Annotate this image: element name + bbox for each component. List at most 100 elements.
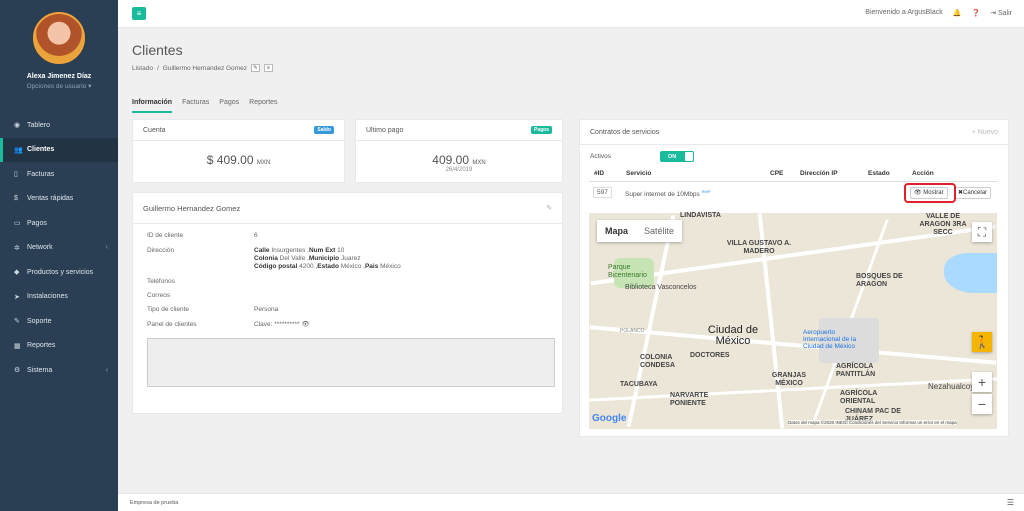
notes-textarea[interactable] [147,338,555,387]
map-label: Nezahualcoy [928,382,975,391]
breadcrumb-root[interactable]: Listado [132,65,153,72]
map-label: LINDAVISTA [680,212,721,219]
contratos-title: Contratos de servicios [590,128,660,136]
map-label: TACUBAYA [620,381,658,388]
sidebar-item-soporte[interactable]: ✎ Soporte [0,309,118,334]
sidebar-item-sistema[interactable]: ⚙ Sistema ‹ [0,358,118,383]
dashboard-icon: ◉ [14,122,21,130]
col-servicio: Servicio [626,170,652,177]
edit-icon[interactable]: ✎ [250,64,260,72]
tab-mapa[interactable]: Mapa [597,220,636,242]
page-title: Clientes [132,42,183,58]
tab-informacion[interactable]: Información [132,99,173,113]
bell-icon[interactable]: 🔔 [953,9,962,17]
breadcrumb: Listado / Guillermo Hernandez Gomez ✎ ≡ [132,64,273,72]
tab-reportes[interactable]: Reportes [249,99,277,113]
sidebar-item-network[interactable]: ✲ Network ‹ [0,236,118,261]
help-icon[interactable]: ❓ [971,9,980,17]
map-label: POLANCO [620,328,645,334]
contract-id[interactable]: 597 [593,187,612,198]
map-label: NARVARTE PONIENTE [670,392,709,407]
client-name: Guillermo Hernandez Gomez [143,203,241,213]
ultimo-pago-amount: 409.00 MXN [432,153,486,167]
sidebar-item-instalaciones[interactable]: ➤ Instalaciones [0,285,118,310]
user-profile: Alexa Jimenez Díaz Opciones de usuario ▾ [0,0,118,110]
map-label: AGRÍCOLA PANTITLÁN [836,363,876,378]
tab-facturas[interactable]: Facturas [182,99,209,113]
correos-label: Correos [147,292,171,299]
sidebar-nav: ◉ Tablero 👥 Clientes ▯ Facturas $ Ventas ráp… [0,113,118,383]
map-label: Aeropuerto Internacional de la Ciudad de… [803,329,857,350]
map-label: Biblioteca Vasconcelos [625,284,697,291]
top-right-nav: Bienvenido a ArgusBlack 🔔 ❓ ⇥ Salir [865,9,1012,17]
cuenta-title: Cuenta [143,126,166,134]
map-label: VILLA GUSTAVO A. MADERO [726,240,792,255]
ultimo-pago-panel: Ultimo pago Pagos 409.00 MXN 26/4/2019 [355,119,563,183]
chevron-left-icon: ‹ [105,366,108,374]
tab-pagos[interactable]: Pagos [219,99,239,113]
tipo-cliente: Persona [254,306,279,313]
location-icon: ➤ [14,293,20,301]
sidebar-item-facturas[interactable]: ▯ Facturas [0,162,118,187]
map-label: BOSQUES DE ARAGON [856,273,903,288]
sidebar-item-clientes[interactable]: 👥 Clientes [0,137,118,162]
col-cpe: CPE [770,170,784,177]
saldo-badge: Saldo [314,126,334,134]
map-attribution[interactable]: Datos del mapa ©2020 INEGI Condiciones d… [788,420,957,425]
network-icon: ✲ [14,244,20,252]
user-options-dropdown[interactable]: Opciones de usuario ▾ [0,82,118,90]
map-label: COLONIA CONDESA [640,354,676,369]
direccion-label: Dirección [147,247,175,254]
menu-icon[interactable]: ≡ [263,64,273,72]
eye-icon[interactable]: 👁 [301,321,309,328]
cuenta-amount: $ 409.00 MXN [206,153,271,167]
map-label: DOCTORES [690,352,730,359]
user-name: Alexa Jimenez Díaz [26,73,92,80]
dollar-icon: $ [14,195,18,203]
footer: Empresa de prueba ☰ [118,493,1024,511]
map-type-tabs: Mapa Satélite [597,220,683,242]
pagos-badge: Pagos [530,126,552,134]
sidebar-item-tablero[interactable]: ◉ Tablero [0,113,118,138]
map-label: Ciudad de México [707,324,759,347]
cuenta-panel: Cuenta Saldo $ 409.00 MXN [132,119,345,183]
sidebar-item-productos[interactable]: ◆ Productos y servicios [0,260,118,285]
cancelar-button[interactable]: ✖Cancelar [954,187,992,199]
sidebar-item-reportes[interactable]: ▦ Reportes [0,334,118,359]
file-icon: ▯ [14,171,18,179]
welcome-text: Bienvenido a ArgusBlack [865,9,943,16]
zoom-out-button[interactable]: − [972,394,992,414]
sidebar-item-pagos[interactable]: ▭ Pagos [0,211,118,236]
col-accion: Acción [912,170,934,177]
col-estado: Estado [868,170,890,177]
client-id: 6 [254,232,258,239]
panel-clientes-label: Panel de clientes [147,321,197,328]
chart-icon: ▦ [14,342,21,350]
direccion-value: Calle Insurgentes ,Num Ext 10 Colonia De… [254,247,401,270]
col-id: #ID [594,170,605,177]
map-label: VALLE DE ARAGON 3RA SECC [919,213,967,236]
col-ip: Dirección IP [800,170,838,177]
nuevo-button[interactable]: + Nuevo [972,129,998,136]
edit-icon[interactable]: ✎ [546,204,552,212]
google-logo: Google [592,413,627,424]
wrench-icon: ✎ [14,318,20,326]
top-bar: ≡ Bienvenido a ArgusBlack 🔔 ❓ ⇥ Salir [118,0,1024,28]
breadcrumb-current: Guillermo Hernandez Gomez [162,64,247,72]
client-id-label: ID de cliente [147,232,184,239]
users-icon: 👥 [14,146,23,154]
activos-toggle[interactable]: ON [660,151,694,162]
chevron-left-icon: ‹ [105,244,108,252]
tab-satelite[interactable]: Satélite [636,220,682,242]
streetview-pegman[interactable]: 🚶 [972,332,992,352]
settings-icon[interactable]: ☰ [1007,498,1014,507]
menu-toggle-button[interactable]: ≡ [132,7,146,20]
zoom-in-button[interactable]: + [972,372,992,392]
client-tabs: Información Facturas Pagos Reportes [132,99,278,113]
fullscreen-button[interactable]: ⛶ [972,222,992,242]
highlight-box [904,183,956,203]
map-label: GRANJAS MÉXICO [771,372,807,387]
avatar[interactable] [33,12,85,64]
logout-link[interactable]: ⇥ Salir [990,9,1012,17]
sidebar-item-ventas[interactable]: $ Ventas rápidas [0,187,118,212]
